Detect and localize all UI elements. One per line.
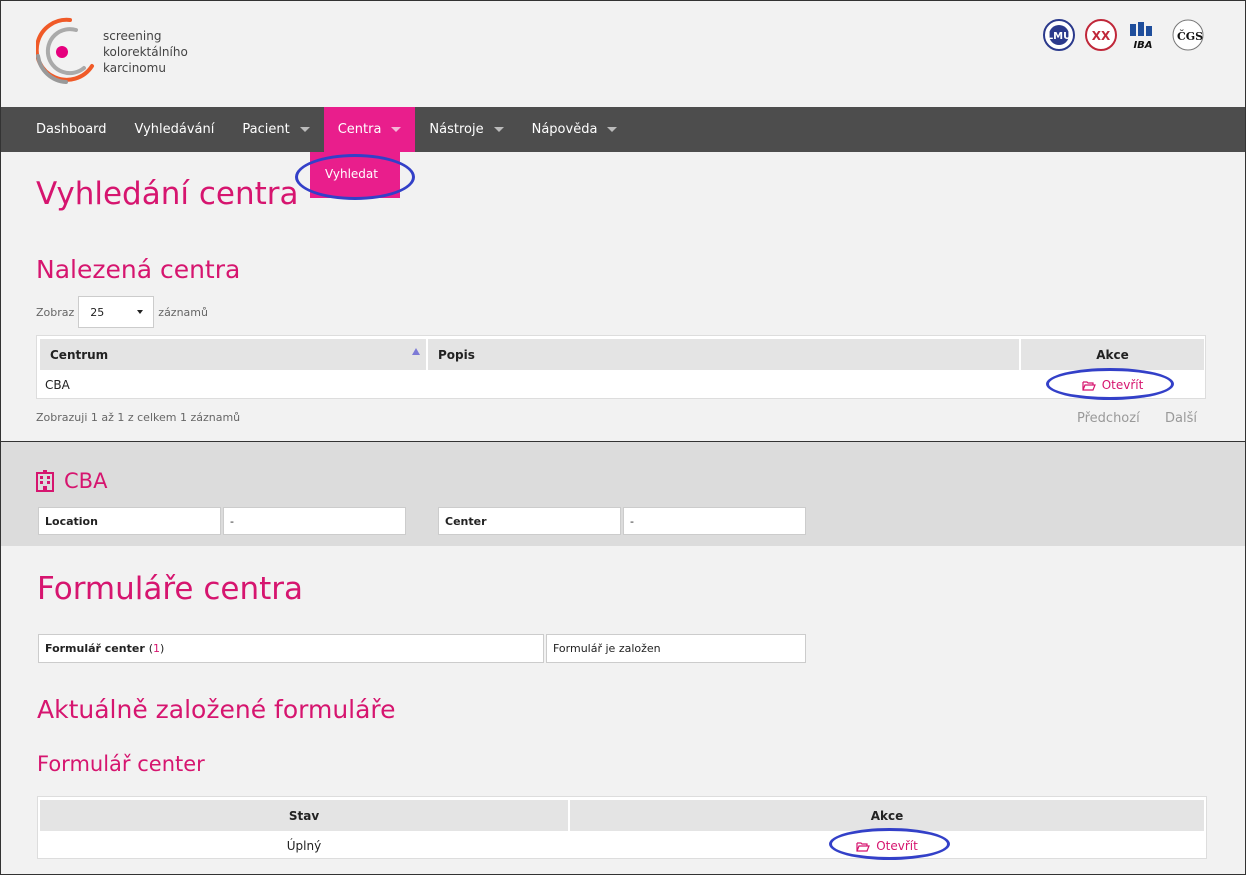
cell-stav: Úplný — [286, 839, 322, 853]
caret-down-icon — [391, 127, 402, 132]
form-center-label: Formulář center (1) — [38, 634, 544, 663]
pager-prev-button[interactable]: Předchozí — [1077, 411, 1140, 426]
forms-table: Stav Akce Úplný Otevřít — [37, 796, 1207, 859]
nav-item-centra[interactable]: Centra — [323, 107, 416, 152]
folder-open-icon — [1082, 380, 1096, 391]
partner-logos: LMU XX IBA ČGS — [1042, 17, 1208, 53]
svg-text:LMU: LMU — [1047, 31, 1071, 42]
page-length-select[interactable]: 25 — [78, 296, 155, 328]
nav-item-napoveda[interactable]: Nápověda — [518, 107, 632, 152]
sort-ascending-icon — [412, 348, 420, 355]
length-suffix: záznamů — [158, 305, 208, 319]
open-label: Otevřít — [1101, 378, 1144, 392]
main-nav: Dashboard Vyhledávání Pacient Centra Nás… — [0, 107, 1246, 152]
open-center-link[interactable]: Otevřít — [1082, 378, 1144, 392]
center-name: CBA — [64, 469, 108, 493]
column-header-stav: Stav — [40, 800, 568, 831]
column-header-akce: Akce — [1021, 339, 1204, 370]
current-forms-title: Aktuálně založené formuláře — [37, 695, 396, 724]
column-label: Akce — [1096, 347, 1129, 362]
table-row: Úplný — [40, 834, 568, 858]
muni-seal-icon: LMU — [1043, 19, 1075, 51]
medical-faculty-seal-icon: XX — [1085, 19, 1117, 51]
open-form-link[interactable]: Otevřít — [856, 839, 918, 853]
forms-title: Formuláře centra — [37, 571, 303, 607]
dropdown-item-vyhledat[interactable]: Vyhledat — [325, 167, 378, 181]
nav-label: Centra — [337, 122, 382, 137]
column-header-popis[interactable]: Popis — [428, 339, 1019, 370]
nav-item-dashboard[interactable]: Dashboard — [22, 107, 121, 152]
form-subtitle: Formulář center — [37, 752, 205, 776]
center-title: CBA — [35, 469, 107, 493]
svg-text:ČGS: ČGS — [1177, 29, 1203, 43]
nav-label: Pacient — [242, 122, 290, 137]
cell-akce: Otevřít — [1021, 373, 1204, 397]
logo-line: karcinomu — [103, 61, 166, 75]
column-label: Popis — [438, 347, 475, 362]
nav-label: Dashboard — [36, 122, 107, 137]
folder-open-icon — [856, 841, 871, 852]
page-length-control: Zobraz 25 záznamů — [36, 296, 208, 328]
column-header-akce: Akce — [570, 800, 1204, 831]
caret-down-icon — [137, 310, 144, 314]
field-label-location: Location — [38, 507, 221, 535]
column-label: Akce — [870, 808, 904, 823]
cgs-logo-icon: ČGS — [1172, 19, 1204, 51]
cell-centrum: CBA — [45, 378, 70, 392]
length-prefix: Zobraz — [36, 305, 75, 319]
building-icon — [36, 470, 54, 492]
form-count-value: 1 — [153, 642, 161, 655]
page-length-value: 25 — [90, 305, 105, 319]
column-label: Centrum — [50, 347, 109, 362]
section-title: Nalezená centra — [36, 255, 241, 284]
form-count: (1) — [148, 642, 165, 655]
table-info: Zobrazuji 1 až 1 z celkem 1 záznamů — [36, 411, 241, 424]
svg-text:XX: XX — [1092, 29, 1111, 43]
cell-akce: Otevřít — [570, 834, 1204, 858]
caret-down-icon — [299, 127, 310, 132]
cell-popis — [437, 373, 1017, 397]
centers-table: Centrum Popis Akce CBA Otevřít — [36, 335, 1206, 399]
logo-line: screening — [103, 29, 162, 43]
page-title: Vyhledání centra — [36, 176, 299, 212]
table-row: CBA — [45, 373, 425, 397]
form-name: Formulář center — [45, 642, 145, 655]
field-label-center: Center — [438, 507, 621, 535]
app-header: screening kolorektálního karcinomu LMU X… — [0, 0, 1246, 107]
svg-text:IBA: IBA — [1133, 40, 1152, 51]
nav-label: Nápověda — [531, 122, 598, 137]
column-header-centrum[interactable]: Centrum — [40, 339, 426, 370]
logo-text: screening kolorektálního karcinomu — [103, 28, 188, 76]
nav-item-pacient[interactable]: Pacient — [228, 107, 323, 152]
nav-label: Nástroje — [429, 122, 484, 137]
nav-label: Vyhledávání — [134, 122, 215, 137]
screening-logo-icon[interactable] — [36, 16, 96, 88]
logo-line: kolorektálního — [103, 45, 188, 59]
field-value-center: - — [623, 507, 806, 535]
nav-item-vyhledavani[interactable]: Vyhledávání — [121, 107, 229, 152]
column-label: Stav — [288, 808, 320, 823]
iba-logo-icon: IBA — [1130, 22, 1153, 51]
caret-down-icon — [607, 127, 618, 132]
pager-next-button[interactable]: Další — [1165, 411, 1197, 426]
field-value-location: - — [223, 507, 406, 535]
nav-item-nastroje[interactable]: Nástroje — [415, 107, 517, 152]
form-status: Formulář je založen — [546, 634, 806, 663]
caret-down-icon — [493, 127, 504, 132]
open-label: Otevřít — [876, 839, 918, 853]
center-detail-panel: CBA Location - Center - — [0, 441, 1246, 546]
centra-dropdown-menu: Vyhledat — [310, 152, 400, 198]
